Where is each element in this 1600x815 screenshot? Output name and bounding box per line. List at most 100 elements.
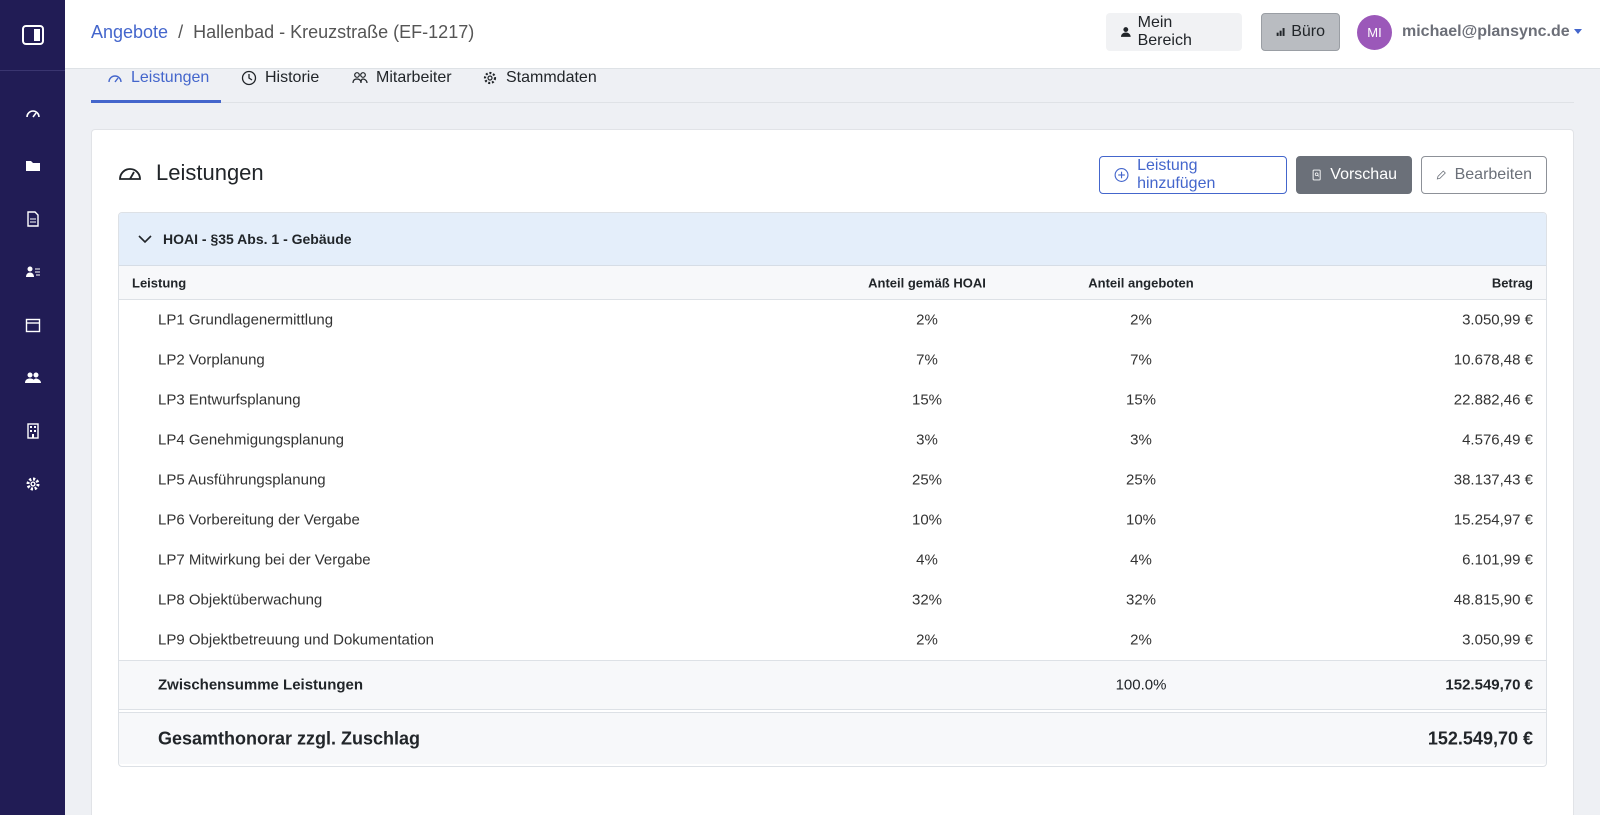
table-row[interactable]: LP6 Vorbereitung der Vergabe 10% 10% 15.254…: [119, 500, 1546, 540]
breadcrumb-current: Hallenbad - Kreuzstraße (EF-1217): [193, 22, 475, 42]
row-name: LP6 Vorbereitung der Vergabe: [158, 511, 360, 529]
row-name: LP9 Objektbetreuung und Dokumentation: [158, 631, 435, 649]
tab-stammdaten[interactable]: Stammdaten: [482, 69, 597, 103]
sidebar-item-calendar[interactable]: [0, 305, 65, 345]
sidebar-item-projects[interactable]: [0, 146, 65, 186]
row-hoai-share: 7%: [916, 351, 938, 369]
total-label: Gesamthonorar zzgl. Zuschlag: [158, 728, 421, 748]
mein-bereich-button[interactable]: Mein Bereich: [1106, 13, 1242, 51]
row-amount: 6.101,99 €: [1462, 551, 1533, 569]
group-header[interactable]: HOAI - §35 Abs. 1 - Gebäude: [119, 213, 1546, 266]
sidebar-item-contacts[interactable]: [0, 252, 65, 292]
tab-label: Historie: [265, 69, 320, 86]
sidebar-item-settings[interactable]: [0, 464, 65, 504]
avatar[interactable]: MI: [1357, 15, 1392, 50]
building-icon: [26, 423, 39, 439]
buero-button[interactable]: Büro: [1261, 13, 1340, 51]
tab-label: Leistungen: [131, 69, 210, 86]
user-menu[interactable]: michael@plansync.de: [1402, 23, 1582, 41]
sidebar-toggle-icon: [21, 25, 44, 45]
card-title: Leistungen: [156, 160, 264, 185]
tab-label: Stammdaten: [506, 69, 597, 86]
table-row[interactable]: LP5 Ausführungsplanung 25% 25% 38.137,43 €: [119, 460, 1546, 500]
user-email: michael@plansync.de: [1402, 23, 1570, 40]
preview-label: Vorschau: [1330, 166, 1397, 183]
row-name: LP1 Grundlagenermittlung: [158, 311, 334, 329]
settings-icon: [26, 477, 39, 491]
row-hoai-share: 2%: [916, 631, 938, 649]
table-header: Leistung Anteil gemäß HOAI Anteil angebo…: [119, 266, 1546, 300]
mein-bereich-label: Mein Bereich: [1137, 14, 1192, 49]
sidebar: [0, 0, 65, 815]
preview-button[interactable]: Vorschau: [1296, 156, 1412, 194]
table-row[interactable]: LP4 Genehmigungsplanung 3% 3% 4.576,49 €: [119, 420, 1546, 460]
pencil-icon: [1436, 170, 1446, 180]
tab-mitarbeiter[interactable]: Mitarbeiter: [352, 69, 452, 103]
card-header: Leistungen: [118, 160, 264, 186]
breadcrumb-link-angebote[interactable]: Angebote: [91, 22, 168, 43]
row-name: LP8 Objektüberwachung: [158, 591, 323, 609]
buero-label: Büro: [1291, 23, 1325, 40]
subtotal-angeboten: 100.0%: [1115, 676, 1167, 694]
calendar-icon: [25, 318, 40, 333]
sidebar-item-documents[interactable]: [0, 199, 65, 239]
row-amount: 15.254,97 €: [1453, 511, 1533, 529]
total-row: Gesamthonorar zzgl. Zuschlag 152.549,70 …: [119, 712, 1546, 764]
edit-button[interactable]: Bearbeiten: [1421, 156, 1547, 194]
row-offered-share: 10%: [1125, 511, 1157, 529]
tab-bar: Leistungen Historie Mitarbeiter Stammdat…: [91, 69, 1574, 103]
tab-historie[interactable]: Historie: [241, 69, 319, 103]
row-offered-share: 15%: [1125, 391, 1157, 409]
column-header-leistung: Leistung: [132, 275, 187, 290]
subtotal-betrag: 152.549,70 €: [1445, 676, 1533, 694]
contacts-icon: [25, 266, 40, 277]
add-leistung-button[interactable]: Leistung hinzufügen: [1099, 156, 1287, 194]
subtotal-row: Zwischensumme Leistungen 100.0% 152.549,…: [119, 660, 1546, 710]
row-offered-share: 3%: [1130, 431, 1152, 449]
breadcrumb: Angebote / Hallenbad - Kreuzstraße (EF-1…: [91, 22, 474, 43]
row-amount: 48.815,90 €: [1453, 591, 1533, 609]
table-row[interactable]: LP2 Vorplanung 7% 7% 10.678,48 €: [119, 340, 1546, 380]
row-hoai-share: 3%: [916, 431, 938, 449]
table-row[interactable]: LP7 Mitwirkung bei der Vergabe 4% 4% 6.101,…: [119, 540, 1546, 580]
users-icon: [24, 372, 41, 383]
document-preview-icon: [1312, 169, 1321, 181]
row-hoai-share: 10%: [911, 511, 943, 529]
bar-chart-icon: [1276, 28, 1285, 36]
row-amount: 22.882,46 €: [1453, 391, 1533, 409]
gear-icon: [483, 71, 497, 85]
chevron-down-icon: [138, 235, 152, 244]
sidebar-item-users[interactable]: [0, 358, 65, 398]
clock-icon: [241, 70, 257, 86]
row-offered-share: 2%: [1130, 631, 1152, 649]
sidebar-toggle[interactable]: [0, 0, 65, 71]
row-name: LP2 Vorplanung: [158, 351, 265, 369]
plus-circle-icon: [1114, 168, 1129, 182]
tab-label: Mitarbeiter: [376, 69, 452, 86]
dashboard-icon: [119, 168, 141, 180]
add-leistung-label: Leistung hinzufügen: [1137, 157, 1216, 192]
column-header-hoai: Anteil gemäß HOAI: [868, 275, 986, 290]
folder-icon: [25, 161, 40, 171]
row-hoai-share: 4%: [916, 551, 938, 569]
edit-label: Bearbeiten: [1454, 166, 1532, 183]
column-header-angeboten: Anteil angeboten: [1088, 275, 1194, 290]
table-row[interactable]: LP3 Entwurfsplanung 15% 15% 22.882,46 €: [119, 380, 1546, 420]
row-hoai-share: 2%: [916, 311, 938, 329]
table-row[interactable]: LP9 Objektbetreuung und Dokumentation 2% 2…: [119, 620, 1546, 660]
row-amount: 3.050,99 €: [1462, 311, 1533, 329]
row-offered-share: 2%: [1130, 311, 1152, 329]
column-header-betrag: Betrag: [1491, 275, 1533, 290]
breadcrumb-separator: /: [178, 22, 184, 42]
row-amount: 10.678,48 €: [1453, 351, 1533, 369]
tab-leistungen[interactable]: Leistungen: [91, 69, 221, 103]
row-name: LP3 Entwurfsplanung: [158, 391, 301, 409]
row-hoai-share: 32%: [911, 591, 943, 609]
dashboard-icon: [25, 110, 40, 118]
table-row[interactable]: LP1 Grundlagenermittlung 2% 2% 3.050,99 €: [119, 300, 1546, 340]
sidebar-item-dashboard[interactable]: [0, 93, 65, 133]
row-offered-share: 7%: [1130, 351, 1152, 369]
row-name: LP7 Mitwirkung bei der Vergabe: [158, 551, 371, 569]
sidebar-item-office[interactable]: [0, 411, 65, 451]
table-row[interactable]: LP8 Objektüberwachung 32% 32% 48.815,90 €: [119, 580, 1546, 620]
